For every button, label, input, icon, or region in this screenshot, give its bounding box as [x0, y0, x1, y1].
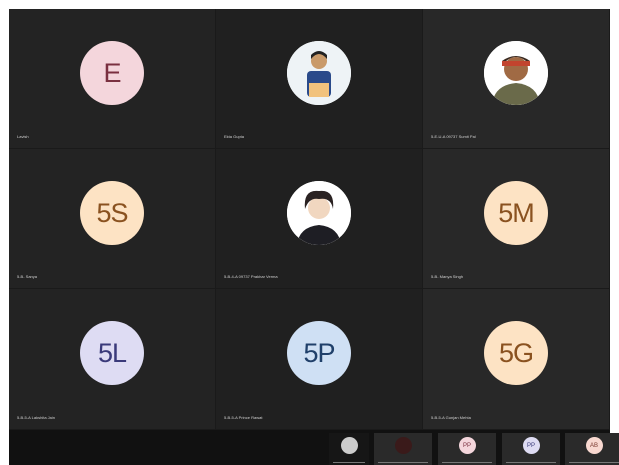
- participant-thumbnail[interactable]: PP: [502, 433, 560, 465]
- participant-initials-avatar: E: [80, 41, 144, 105]
- participant-name: 5-B-5-A Lakshita Jain: [17, 415, 56, 420]
- thumbnail-initials-avatar: PP: [522, 437, 540, 454]
- participant-tile[interactable]: 5G 5-B-5-A Gunjan Mehta: [423, 289, 610, 430]
- thumbnail-name-line: [333, 462, 365, 463]
- thumbnail-name-line: [378, 462, 428, 463]
- participant-initials-avatar: 5L: [80, 321, 144, 385]
- thumbnail-photo: [394, 437, 412, 454]
- participant-tile[interactable]: 5M 5-B- Manya Singh: [423, 149, 610, 289]
- thumbnail-initials-avatar: PP: [458, 437, 476, 454]
- participant-tile[interactable]: Ekta Gupta: [216, 9, 423, 149]
- participant-name: 5-B-5-A Prince Rawat: [224, 415, 263, 420]
- thumbnail-initials-avatar: AB: [585, 437, 603, 454]
- participant-tile[interactable]: 5P 5-B-5-A Prince Rawat: [216, 289, 423, 430]
- participant-initials-avatar: 5G: [484, 321, 548, 385]
- participant-tile[interactable]: 5-E-U-A 09737 Sumit Pal: [423, 9, 610, 149]
- participant-photo: [287, 181, 351, 245]
- participant-initials-avatar: 5S: [80, 181, 144, 245]
- thumbnail-name-line: [442, 462, 492, 463]
- participant-thumbnail[interactable]: PP: [438, 433, 496, 465]
- participant-tile[interactable]: 5L 5-B-5-A Lakshita Jain: [9, 289, 216, 430]
- participant-initials-avatar: 5P: [287, 321, 351, 385]
- participant-tile[interactable]: 5S 5-B- Sanya: [9, 149, 216, 289]
- participant-grid: E Lavish Ekta Gupta 5-E-U-A 09737 Sumit Pal…: [9, 9, 610, 430]
- participant-name: Ekta Gupta: [224, 134, 245, 139]
- participant-photo: [484, 41, 548, 105]
- participant-name: 5-B- Sanya: [17, 274, 38, 279]
- participant-thumbnail[interactable]: [329, 433, 369, 465]
- participant-name: 5-B-5-A Gunjan Mehta: [431, 415, 471, 420]
- thumbnail-name-line: [569, 462, 619, 463]
- participant-tile[interactable]: 5-B-4-A 09737 Prakhar Verma: [216, 149, 423, 289]
- participant-tile[interactable]: E Lavish: [9, 9, 216, 149]
- thumbnail-name-line: [506, 462, 556, 463]
- participant-thumbnail[interactable]: [374, 433, 432, 465]
- participant-thumbnail[interactable]: AB: [565, 433, 619, 465]
- participant-name: Lavish: [17, 134, 29, 139]
- video-call-window: E Lavish Ekta Gupta 5-E-U-A 09737 Sumit Pal…: [9, 9, 619, 465]
- participant-name: 5-B- Manya Singh: [431, 274, 464, 279]
- participant-name: 5-E-U-A 09737 Sumit Pal: [431, 134, 476, 139]
- participant-name: 5-B-4-A 09737 Prakhar Verma: [224, 274, 278, 279]
- participant-thumbnail-strip: PP PP AB: [9, 430, 619, 465]
- participant-initials-avatar: 5M: [484, 181, 548, 245]
- thumbnail-photo: [340, 437, 358, 454]
- participant-photo: [287, 41, 351, 105]
